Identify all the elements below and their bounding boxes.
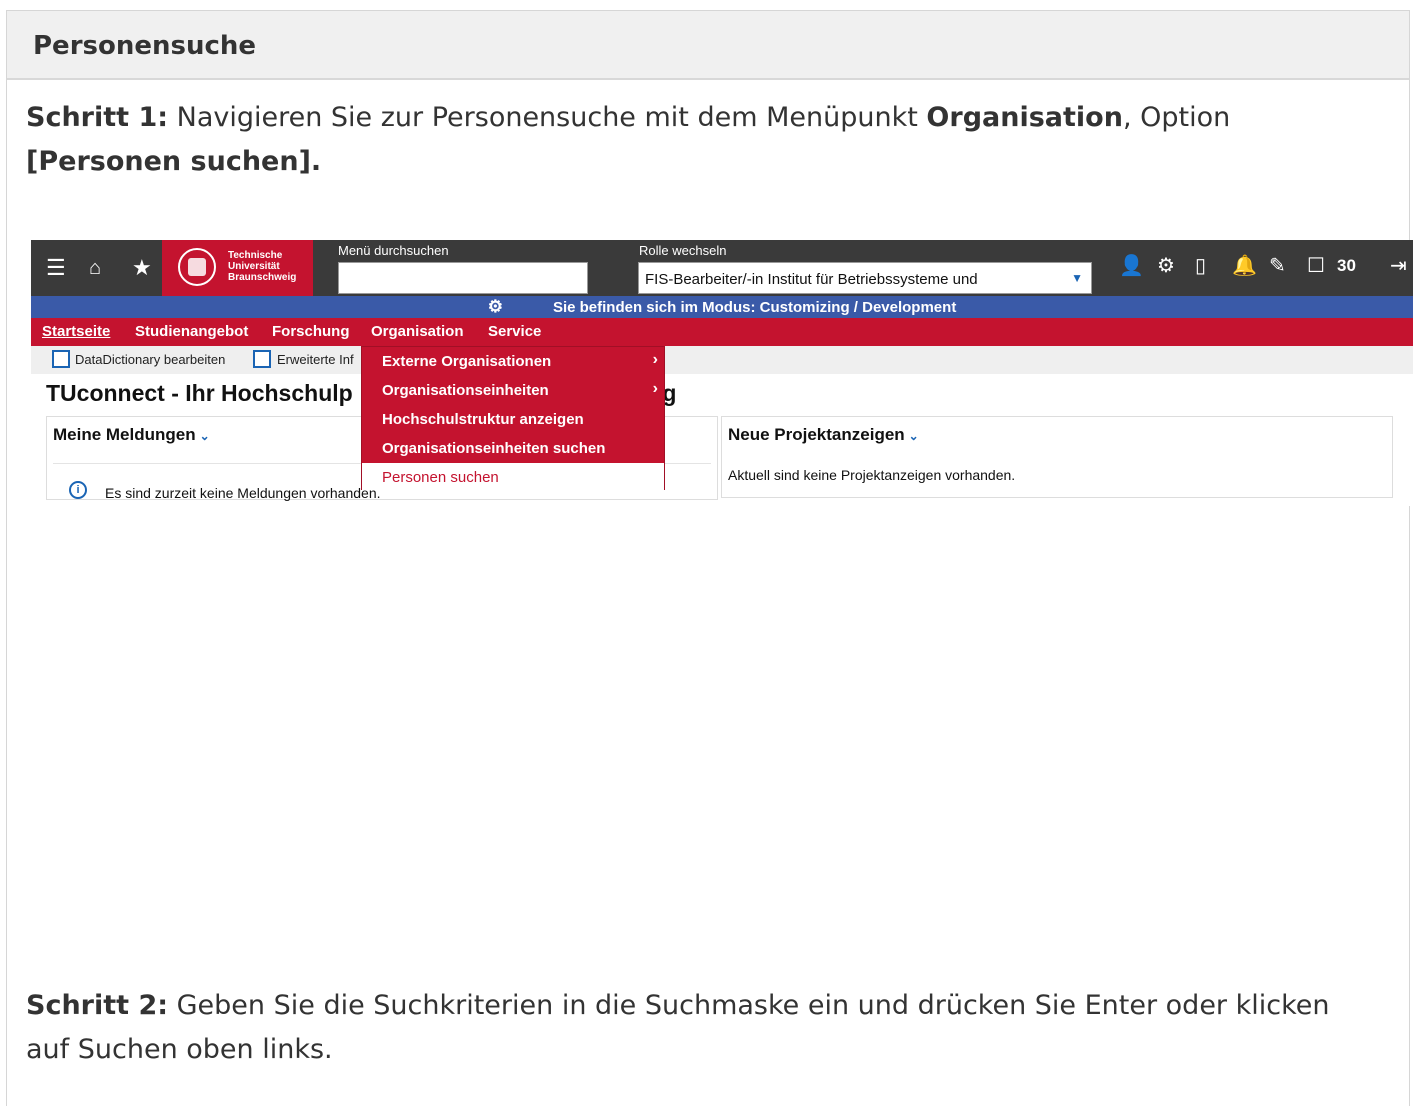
- tu-braunschweig-logo[interactable]: Technische Universität Braunschweig: [162, 240, 313, 296]
- dd-organisationseinheiten-suchen[interactable]: Organisationseinheiten suchen: [382, 440, 605, 457]
- meldungen-empty-text: Es sind zurzeit keine Meldungen vorhande…: [105, 485, 381, 501]
- main-menu: Startseite Studienangebot Forschung Orga…: [31, 318, 1413, 346]
- gear-icon: ⚙: [487, 297, 503, 316]
- dd-organisationseinheiten[interactable]: Organisationseinheiten: [382, 382, 549, 399]
- projektanzeigen-panel: Neue Projektanzeigen ⌄ Aktuell sind keine…: [721, 416, 1393, 498]
- clipboard-icon[interactable]: ▯: [1195, 254, 1206, 278]
- erweiterte-label: Erweiterte Inf: [277, 352, 354, 367]
- menu-service[interactable]: Service: [488, 323, 541, 340]
- role-select[interactable]: FIS-Bearbeiter/-in Institut für Betriebs…: [638, 262, 1092, 294]
- home-icon[interactable]: ⌂: [89, 255, 101, 281]
- bell-icon[interactable]: 🔔: [1232, 254, 1257, 278]
- session-counter: 30: [1337, 256, 1356, 275]
- menu-startseite[interactable]: Startseite: [42, 323, 110, 340]
- meldungen-title[interactable]: Meine Meldungen ⌄: [53, 425, 210, 445]
- menu-search-input[interactable]: [338, 262, 588, 294]
- datadictionary-checkbox[interactable]: [52, 350, 70, 368]
- menu-search-label: Menü durchsuchen: [338, 243, 449, 258]
- chevron-down-icon: ⌄: [199, 429, 210, 443]
- projektanzeigen-title[interactable]: Neue Projektanzeigen ⌄: [728, 425, 919, 445]
- dd-hochschulstruktur[interactable]: Hochschulstruktur anzeigen: [382, 411, 584, 428]
- page-title: TUconnect - Ihr Hochschulp ig: [46, 380, 677, 406]
- step1-option: [Personen suchen].: [26, 146, 322, 177]
- menu-studienangebot[interactable]: Studienangebot: [135, 323, 248, 340]
- window-icon[interactable]: ☐: [1307, 254, 1325, 278]
- seal-icon: [178, 248, 216, 286]
- dd-personen-suchen[interactable]: Personen suchen: [362, 463, 664, 490]
- gear-icon[interactable]: ⚙: [1157, 254, 1175, 278]
- role-switch-label: Rolle wechseln: [639, 243, 727, 258]
- chevron-right-icon: ›: [652, 380, 658, 397]
- star-icon[interactable]: ★: [132, 255, 152, 281]
- user-icon[interactable]: 👤: [1119, 254, 1144, 278]
- mode-banner: ⚙ Sie befinden sich im Modus: Customizing…: [31, 296, 1413, 318]
- mode-text: Sie befinden sich im Modus: Customizing …: [552, 299, 957, 316]
- chevron-down-icon: ⌄: [908, 429, 919, 443]
- datadictionary-label: DataDictionary bearbeiten: [75, 352, 226, 367]
- app-screenshot: ☰ ⌂ ★ Technische Universität Braunschwei…: [31, 240, 1413, 506]
- step1-menu: Organisation: [926, 102, 1123, 133]
- app-topbar: ☰ ⌂ ★ Technische Universität Braunschwei…: [31, 240, 1413, 296]
- step1-text1: Navigieren Sie zur Personensuche mit dem…: [168, 102, 927, 133]
- logo-text: Technische Universität Braunschweig: [228, 250, 297, 283]
- menu-forschung[interactable]: Forschung: [272, 323, 350, 340]
- dd-externe-organisationen[interactable]: Externe Organisationen: [382, 353, 551, 370]
- logout-icon[interactable]: ⇥: [1390, 254, 1407, 278]
- chevron-right-icon: ›: [652, 351, 658, 368]
- erweiterte-checkbox[interactable]: [253, 350, 271, 368]
- step1-prefix: Schritt 1:: [26, 102, 169, 133]
- tool-row: DataDictionary bearbeiten Erweiterte Inf: [31, 346, 1413, 374]
- step2-paragraph: Schritt 2: Geben Sie die Suchkriterien i…: [26, 984, 1366, 1072]
- menu-organisation[interactable]: Organisation: [371, 323, 464, 340]
- chevron-down-icon: ▼: [1071, 271, 1083, 285]
- step2-prefix: Schritt 2:: [26, 990, 169, 1021]
- hamburger-menu-icon[interactable]: ☰: [46, 255, 66, 281]
- pencil-icon[interactable]: ✎: [1269, 254, 1286, 278]
- info-icon: i: [69, 481, 87, 499]
- step1-text2: , Option: [1122, 102, 1231, 133]
- step2-text: Geben Sie die Suchkriterien in die Suchm…: [26, 990, 1330, 1065]
- organisation-dropdown: Externe Organisationen › Organisationsei…: [361, 346, 665, 490]
- role-select-value: FIS-Bearbeiter/-in Institut für Betriebs…: [645, 271, 978, 288]
- section-title: Personensuche: [7, 11, 1409, 80]
- projektanzeigen-empty-text: Aktuell sind keine Projektanzeigen vorha…: [728, 467, 1016, 483]
- step1-paragraph: Schritt 1: Navigieren Sie zur Personensu…: [26, 96, 1366, 184]
